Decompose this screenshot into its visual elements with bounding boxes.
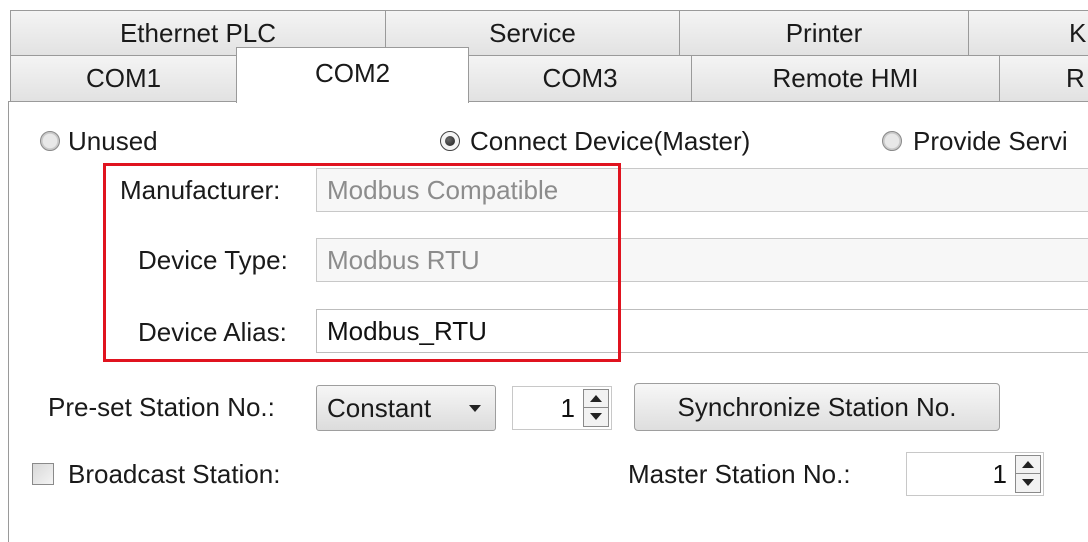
spin-up-icon[interactable] [1016,456,1040,474]
preset-station-mode-value: Constant [327,393,432,423]
device-type-field: Modbus RTU [316,238,1088,282]
radio-unused-label: Unused [68,126,158,156]
tab-com2[interactable]: COM2 [236,47,469,103]
preset-station-label: Pre-set Station No.: [48,392,275,422]
device-alias-input[interactable]: Modbus_RTU [316,309,1088,353]
spinner-buttons[interactable] [1015,455,1041,493]
spin-down-icon[interactable] [584,408,608,426]
broadcast-station-label: Broadcast Station: [68,459,281,489]
preset-station-mode-select[interactable]: Constant [316,385,496,431]
chevron-down-icon [469,405,481,412]
manufacturer-label: Manufacturer: [120,175,281,205]
master-station-spinbox[interactable]: 1 [906,452,1044,496]
radio-provide-service-label: Provide Servi [913,126,1068,156]
spin-down-icon[interactable] [1016,474,1040,492]
radio-connect-device[interactable] [440,131,460,151]
tab-com1[interactable]: COM1 [10,55,237,101]
manufacturer-field: Modbus Compatible [316,168,1088,212]
synchronize-station-button[interactable]: Synchronize Station No. [634,383,1000,431]
device-type-label: Device Type: [138,245,288,275]
radio-connect-device-label: Connect Device(Master) [470,126,751,156]
radio-provide-service[interactable] [882,131,902,151]
master-station-value: 1 [992,459,1007,489]
tab-remote-hmi[interactable]: Remote HMI [691,55,1000,101]
tab-k-partial[interactable]: K [968,10,1088,56]
master-station-label: Master Station No.: [628,459,851,489]
preset-station-value: 1 [560,393,575,423]
tab-r-partial[interactable]: R [999,55,1088,101]
tab-com3[interactable]: COM3 [468,55,692,101]
radio-unused[interactable] [40,131,60,151]
tab-printer[interactable]: Printer [679,10,969,56]
spin-up-icon[interactable] [584,390,608,408]
device-alias-label: Device Alias: [138,317,287,347]
spinner-buttons[interactable] [583,389,609,427]
broadcast-station-checkbox[interactable] [32,463,54,485]
preset-station-spinbox[interactable]: 1 [512,386,612,430]
